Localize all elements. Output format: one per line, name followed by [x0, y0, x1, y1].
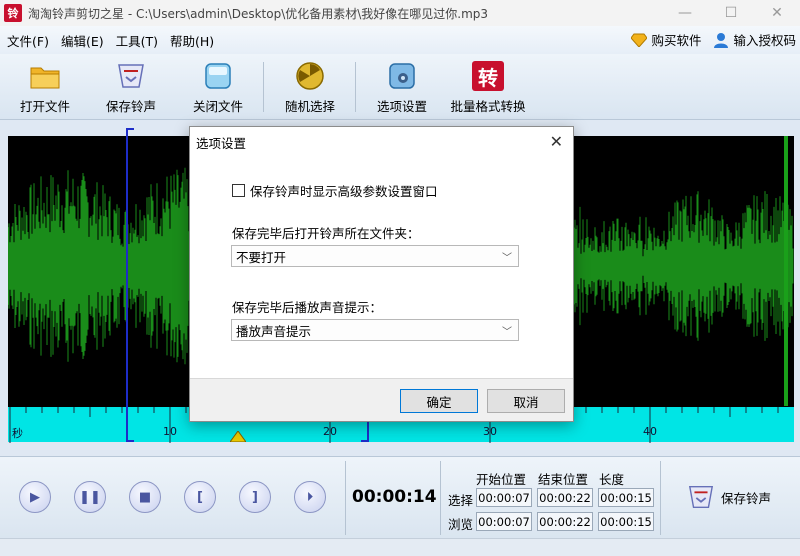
start-position-header: 开始位置 — [476, 472, 527, 487]
selection-start-marker[interactable] — [126, 128, 128, 442]
stop-icon: ■ — [138, 489, 152, 505]
random-disc-icon — [296, 62, 324, 90]
select-end-field[interactable]: 00:00:22 — [537, 488, 593, 507]
dialog-close-button[interactable]: ✕ — [550, 132, 563, 151]
menu-tools[interactable]: 工具(T) — [111, 31, 163, 50]
playhead-marker-icon[interactable] — [230, 431, 246, 442]
preview-end-field[interactable]: 00:00:22 — [537, 512, 593, 531]
buy-software-label: 购买软件 — [651, 33, 702, 48]
options-settings-label: 选项设置 — [376, 99, 427, 114]
selection-start-foot — [126, 440, 134, 442]
preview-length-field[interactable]: 00:00:15 — [598, 512, 654, 531]
play-sound-value: 播放声音提示 — [236, 323, 312, 339]
app-icon: 铃 — [4, 4, 22, 22]
options-settings-button[interactable]: 选项设置 — [362, 60, 442, 116]
advanced-params-checkbox[interactable]: 保存铃声时显示高级参数设置窗口 — [232, 181, 438, 200]
close-button[interactable]: ✕ — [754, 0, 800, 26]
select-row-label: 选择 — [448, 493, 474, 508]
select-length-field[interactable]: 00:00:15 — [598, 488, 654, 507]
open-folder-value: 不要打开 — [236, 249, 287, 265]
buy-software-link[interactable]: 购买软件 — [631, 30, 701, 49]
user-icon — [714, 32, 729, 48]
minimize-button[interactable]: — — [662, 0, 708, 26]
close-file-label: 关闭文件 — [192, 99, 243, 114]
playback-panel: ▶ ❚❚ ■ [ ] ⏵ 00:00:14 开始位置 结束位置 长度 选择 浏览… — [0, 456, 800, 538]
play-sound-select[interactable]: 播放声音提示 ﹀ — [231, 319, 519, 341]
random-select-label: 随机选择 — [284, 99, 335, 114]
toolbar: 打开文件 保存铃声 关闭文件 随机选择 选项设置 转 批量格式转换 — [0, 54, 800, 120]
waveform-end-marker — [784, 136, 788, 406]
bracket-left-icon: [ — [197, 489, 203, 505]
menu-file[interactable]: 文件(F) — [2, 31, 54, 50]
menu-help[interactable]: 帮助(H) — [165, 31, 219, 50]
enter-license-label: 输入授权码 — [733, 33, 796, 48]
preview-start-field[interactable]: 00:00:07 — [476, 512, 532, 531]
close-icon: ✕ — [549, 132, 563, 151]
play-icon: ▶ — [30, 489, 40, 505]
menu-edit[interactable]: 编辑(E) — [56, 31, 109, 50]
maximize-button[interactable]: ☐ — [708, 0, 754, 26]
ringtone-save-icon — [688, 486, 714, 508]
title-bar: 铃 淘淘铃声剪切之星 - C:\Users\admin\Desktop\优化备用… — [0, 0, 800, 26]
play-button[interactable]: ▶ — [19, 481, 51, 513]
diamond-icon — [631, 33, 648, 47]
folder-icon — [30, 67, 60, 89]
current-time-display: 00:00:14 — [352, 487, 437, 507]
close-file-button[interactable]: 关闭文件 — [178, 60, 258, 116]
bottom-save-ringtone-button[interactable]: 保存铃声 — [686, 483, 771, 511]
dialog-title-bar: 选项设置 — [190, 127, 573, 157]
panel-separator — [660, 461, 661, 535]
ringtone-save-icon — [118, 64, 144, 88]
preview-row-label: 浏览 — [448, 517, 474, 532]
select-start-field[interactable]: 00:00:07 — [476, 488, 532, 507]
batch-convert-icon: 转 — [472, 61, 504, 91]
status-bar — [0, 538, 800, 556]
close-file-icon — [205, 63, 231, 89]
open-file-label: 打开文件 — [19, 99, 70, 114]
save-ringtone-button[interactable]: 保存铃声 — [91, 60, 171, 116]
chevron-down-icon: ﹀ — [502, 253, 512, 264]
window-title: 淘淘铃声剪切之星 - C:\Users\admin\Desktop\优化备用素材… — [28, 6, 489, 21]
dialog-title: 选项设置 — [196, 135, 247, 151]
play-selection-button[interactable]: ⏵ — [294, 481, 326, 513]
ok-button[interactable]: 确定 — [400, 389, 478, 413]
menu-bar: 文件(F) 编辑(E) 工具(T) 帮助(H) 购买软件 输入授权码 — [0, 26, 800, 54]
options-dialog: 选项设置 ✕ 保存铃声时显示高级参数设置窗口 保存完毕后打开铃声所在文件夹： 不… — [189, 126, 574, 422]
open-folder-select[interactable]: 不要打开 ﹀ — [231, 245, 519, 267]
settings-icon — [389, 63, 415, 89]
open-folder-label: 保存完毕后打开铃声所在文件夹： — [232, 226, 420, 241]
bracket-right-icon: ] — [252, 489, 258, 505]
close-icon: ✕ — [771, 5, 783, 21]
open-file-button[interactable]: 打开文件 — [5, 60, 85, 116]
batch-convert-label: 批量格式转换 — [450, 99, 526, 114]
end-position-header: 结束位置 — [538, 472, 589, 487]
checkbox-box[interactable] — [232, 184, 245, 197]
save-ringtone-label: 保存铃声 — [105, 99, 156, 114]
pause-icon: ❚❚ — [79, 489, 101, 505]
set-end-button[interactable]: ] — [239, 481, 271, 513]
toolbar-separator — [263, 62, 264, 112]
dialog-body: 保存铃声时显示高级参数设置窗口 保存完毕后打开铃声所在文件夹： 不要打开 ﹀ 保… — [190, 157, 573, 379]
toolbar-separator — [355, 62, 356, 112]
cancel-button[interactable]: 取消 — [487, 389, 565, 413]
selection-end-foot — [361, 440, 369, 442]
panel-separator — [345, 461, 346, 535]
chevron-down-icon: ﹀ — [502, 327, 512, 338]
batch-convert-button[interactable]: 转 批量格式转换 — [448, 60, 528, 116]
length-header: 长度 — [599, 472, 625, 487]
stop-button[interactable]: ■ — [129, 481, 161, 513]
minimize-icon: — — [678, 5, 692, 21]
random-select-button[interactable]: 随机选择 — [270, 60, 350, 116]
panel-separator — [440, 461, 441, 535]
play-selection-icon: ⏵ — [306, 489, 314, 505]
play-sound-label: 保存完毕后播放声音提示： — [232, 300, 383, 315]
selection-start-cap — [126, 128, 134, 130]
bottom-save-label: 保存铃声 — [721, 490, 772, 506]
advanced-params-label: 保存铃声时显示高级参数设置窗口 — [250, 184, 438, 199]
enter-license-link[interactable]: 输入授权码 — [713, 30, 796, 49]
pause-button[interactable]: ❚❚ — [74, 481, 106, 513]
set-start-button[interactable]: [ — [184, 481, 216, 513]
maximize-icon: ☐ — [724, 5, 738, 21]
